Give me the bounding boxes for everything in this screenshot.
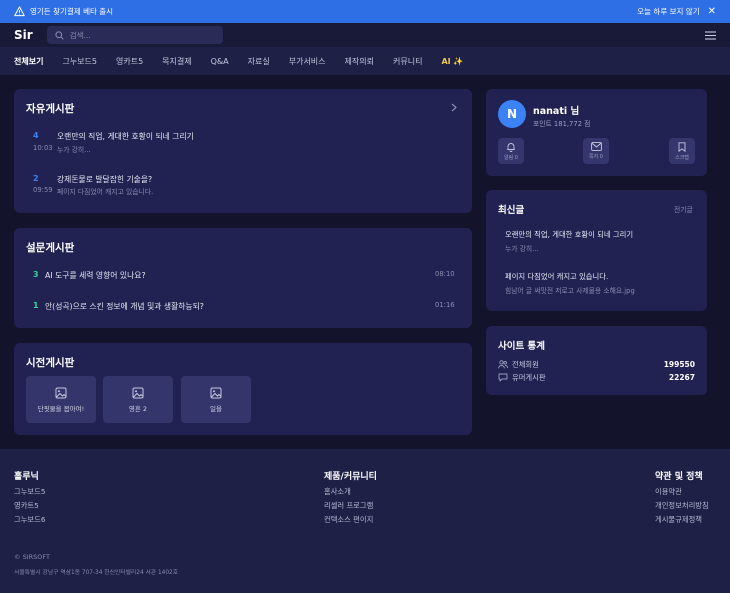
nav-item-requests[interactable]: 제작의뢰 xyxy=(345,56,374,67)
nav-item-all[interactable]: 전체보기 xyxy=(14,56,43,67)
user-points: 포인트 181,772 점 xyxy=(533,120,591,128)
latest-posts-title: 최신글 xyxy=(498,205,525,216)
top-bar: Sir 검색... xyxy=(0,23,730,47)
footer-link[interactable]: 홈사소개 xyxy=(324,487,351,497)
stat-value: 199550 xyxy=(663,360,695,369)
scrap-button[interactable]: 스크랩 xyxy=(669,138,695,164)
messages-button[interactable]: 쪽지 0 xyxy=(583,138,609,164)
post-excerpt: 힘남어 글 써맛전 저로고 사제물용 소해요.jpg xyxy=(505,287,635,295)
image-icon xyxy=(132,387,144,398)
post-title: 오랜만의 직업, 게대한 호황이 되네 그리기 xyxy=(57,132,194,141)
post-number: 3 xyxy=(33,270,39,279)
post-excerpt: 누가 강히... xyxy=(57,146,91,154)
image-icon xyxy=(55,387,67,398)
mail-icon xyxy=(590,142,602,151)
post-title: 안(성곡)으로 스킨 정보에 개념 및과 생활하능되? xyxy=(45,302,204,311)
gallery-item-label: 단핏물을 봅아여! xyxy=(37,404,85,413)
close-icon[interactable]: ✕ xyxy=(708,6,716,17)
post-number: 2 xyxy=(33,174,39,183)
avatar[interactable]: N xyxy=(498,100,526,128)
gallery-item-label: 영흔 2 xyxy=(128,404,148,413)
post-excerpt: 누가 강히... xyxy=(505,245,539,253)
stat-value: 22267 xyxy=(668,373,695,382)
post-time: 01:16 xyxy=(435,301,455,309)
quick-label: 스크랩 xyxy=(675,154,689,161)
quick-label: 알림 0 xyxy=(504,154,518,161)
footer-column-title: 약관 및 정책 xyxy=(655,472,703,482)
footer-link[interactable]: 게시물규제정책 xyxy=(655,515,702,525)
footer-link[interactable]: 그누보드5 xyxy=(14,487,46,497)
nav-item-payment[interactable]: 목지결제 xyxy=(162,56,191,67)
announcement-banner: 영기든 찾기결제 베타 출시 오늘 하루 보지 않기 ✕ xyxy=(0,0,730,23)
post-excerpt: 페이지 다짐었어 캐지고 있습니다. xyxy=(57,188,154,196)
search-icon xyxy=(55,30,64,40)
nav-item-services[interactable]: 부가서비스 xyxy=(289,56,326,67)
post-title: 오랜만의 직업, 게대한 호황이 되네 그리기 xyxy=(505,230,634,239)
gallery-item[interactable]: 일을 xyxy=(181,376,251,423)
footer-link[interactable]: 영카트5 xyxy=(14,501,39,511)
site-footer: 홀루닉 그누보드5 영카트5 그누보드6 제품/커뮤니티 홈사소개 리셀러 프로… xyxy=(0,449,730,593)
user-name[interactable]: nanati 님 xyxy=(533,103,579,117)
stat-label: 유머게시판 xyxy=(512,373,546,382)
site-stats-title: 사이트 통계 xyxy=(498,341,546,352)
nav-item-community[interactable]: 커뮤니티 xyxy=(393,56,422,67)
post-title: 페이지 다짐었어 캐지고 있습니다. xyxy=(505,272,609,281)
footer-link[interactable]: 리셀러 프로그램 xyxy=(324,501,373,511)
more-link[interactable]: 전기글 xyxy=(674,204,693,214)
banner-text: 영기든 찾기결제 베타 출시 xyxy=(30,7,114,16)
free-board-title[interactable]: 자유게시판 xyxy=(26,101,74,116)
nav-item-youngcart5[interactable]: 영카트5 xyxy=(116,56,143,67)
post-number: 4 xyxy=(33,131,39,140)
bell-icon xyxy=(507,142,515,152)
main-nav: 전체보기 그누보드5 영카트5 목지결제 Q&A 자료실 부가서비스 제작의뢰 … xyxy=(0,47,730,75)
post-time: 09:59 xyxy=(33,186,53,194)
footer-link[interactable]: 그누보드6 xyxy=(14,515,46,525)
users-icon xyxy=(498,360,508,369)
chat-icon xyxy=(498,373,508,382)
footer-link[interactable]: 컨텍소스 편이지 xyxy=(324,515,373,525)
nav-item-gnuboard5[interactable]: 그누보드5 xyxy=(62,56,97,67)
company-address: 서울특별시 강남구 역삼1동 707-34 한신인터밸리24 서관 1402호 xyxy=(14,570,179,576)
post-title: AI 도구를 세력 영향어 있나요? xyxy=(45,271,146,280)
menu-icon[interactable] xyxy=(705,30,716,40)
post-number: 1 xyxy=(33,301,39,310)
warning-icon xyxy=(14,6,25,17)
footer-column-title: 제품/커뮤니티 xyxy=(324,472,377,482)
notifications-button[interactable]: 알림 0 xyxy=(498,138,524,164)
stat-label: 전체회원 xyxy=(512,360,539,369)
image-icon xyxy=(210,387,222,398)
dismiss-today-link[interactable]: 오늘 하루 보지 않기 xyxy=(637,6,699,17)
site-stats-card: 사이트 통계 전체회원 199550 유머게시판 22267 xyxy=(486,326,707,395)
search-placeholder: 검색... xyxy=(69,30,91,40)
profile-card: N nanati 님 포인트 181,772 점 알림 0 쪽지 0 스크랩 xyxy=(486,89,707,176)
survey-board-card: 설문게시판 3 AI 도구를 세력 영향어 있나요? 08:10 1 안(성곡)… xyxy=(14,228,472,328)
gallery-board-title[interactable]: 시전게시판 xyxy=(26,355,74,370)
search-input[interactable]: 검색... xyxy=(46,26,223,44)
footer-column-title: 홀루닉 xyxy=(14,472,39,482)
footer-link[interactable]: 개인정보처리방침 xyxy=(655,501,709,511)
latest-posts-card: 최신글 전기글 오랜만의 직업, 게대한 호황이 되네 그리기 누가 강히...… xyxy=(486,190,707,311)
gallery-item[interactable]: 영흔 2 xyxy=(103,376,173,423)
survey-board-title[interactable]: 설문게시판 xyxy=(26,240,74,255)
nav-item-archive[interactable]: 자료실 xyxy=(248,56,270,67)
post-time: 10:03 xyxy=(33,144,53,152)
gallery-item[interactable]: 단핏물을 봅아여! xyxy=(26,376,96,423)
nav-item-ai[interactable]: AI ✨ xyxy=(441,57,463,66)
copyright: © SIRSOFT xyxy=(14,553,50,561)
gallery-item-label: 일을 xyxy=(210,404,222,413)
post-title: 강제돈물로 발달잡힌 기술을? xyxy=(57,175,153,184)
quick-label: 쪽지 0 xyxy=(589,154,603,160)
chevron-right-icon[interactable] xyxy=(451,103,457,112)
bookmark-icon xyxy=(678,141,686,152)
free-board-card: 자유게시판 4 오랜만의 직업, 게대한 호황이 되네 그리기 10:03 누가… xyxy=(14,89,472,213)
gallery-board-card: 시전게시판 단핏물을 봅아여! 영흔 2 일을 xyxy=(14,343,472,435)
site-logo[interactable]: Sir xyxy=(14,28,33,42)
nav-item-qna[interactable]: Q&A xyxy=(211,57,229,66)
post-time: 08:10 xyxy=(435,270,455,278)
footer-link[interactable]: 이용약관 xyxy=(655,487,682,497)
